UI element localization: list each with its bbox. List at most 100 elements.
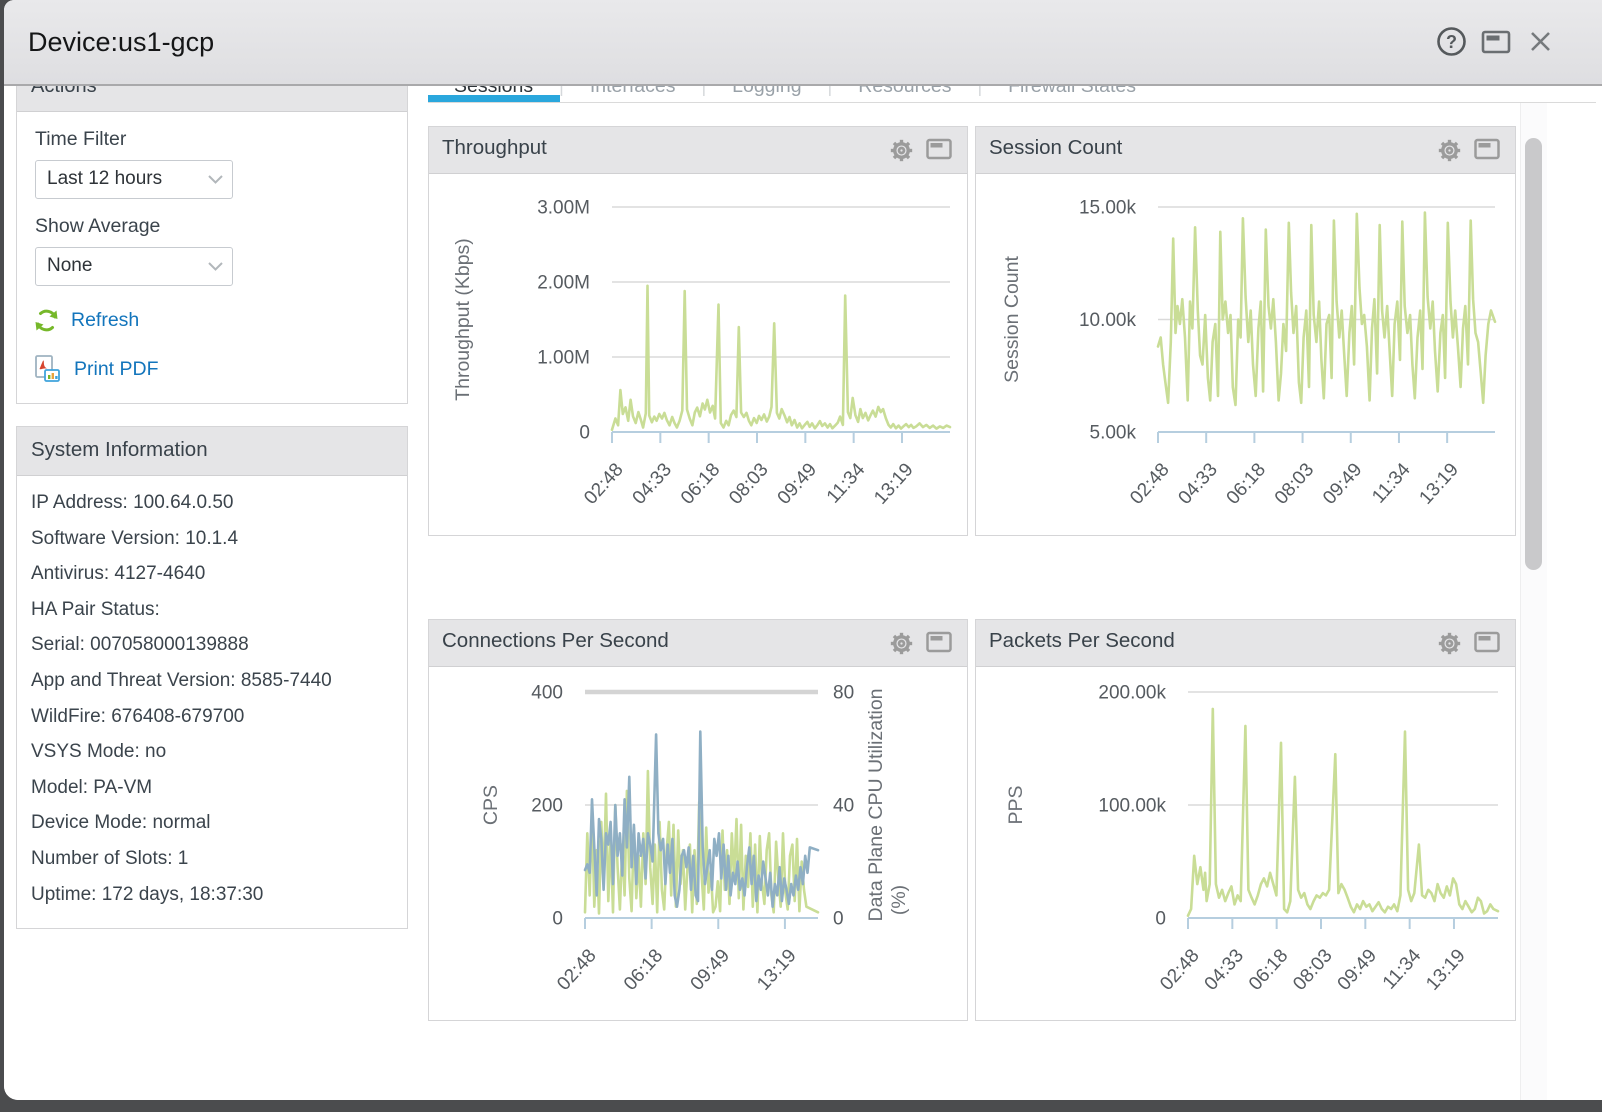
time-filter-value: Last 12 hours	[47, 161, 162, 196]
window-icon[interactable]	[925, 137, 953, 162]
svg-text:04:33: 04:33	[629, 459, 676, 508]
system-info-row: Antivirus: 4127-4640	[31, 556, 393, 592]
dialog-titlebar: Device:us1-gcp ?	[4, 0, 1602, 86]
actions-header-label: Actions	[31, 86, 97, 98]
system-info-row: App and Threat Version: 8585-7440	[31, 663, 393, 699]
dialog-content: Sessions|Interfaces|Logging|Resources|Fi…	[4, 86, 1602, 1100]
titlebar-icons: ?	[1436, 26, 1556, 57]
session-panel-title: Session Count	[989, 136, 1122, 160]
svg-text:Data Plane CPU Utilization: Data Plane CPU Utilization	[865, 688, 887, 921]
device-monitor-dialog: Device:us1-gcp ? Sessions|Interfaces|Log…	[4, 0, 1602, 1100]
svg-text:08:03: 08:03	[1289, 945, 1336, 994]
system-info-row: Serial: 007058000139888	[31, 627, 393, 663]
gear-icon[interactable]	[1436, 630, 1463, 657]
svg-text:04:33: 04:33	[1201, 945, 1248, 994]
svg-text:02:48: 02:48	[1126, 459, 1173, 508]
svg-text:04:33: 04:33	[1174, 459, 1221, 508]
actions-panel-body: Time Filter Last 12 hours Show Average N…	[17, 128, 407, 384]
window-icon[interactable]	[1480, 27, 1512, 57]
svg-text:100.00k: 100.00k	[1098, 796, 1166, 817]
svg-text:?: ?	[1446, 32, 1457, 52]
cps-chart: 02:4806:1809:4913:19020040004080CPSData …	[429, 666, 967, 1020]
gear-icon[interactable]	[888, 137, 915, 164]
system-info-row: VSYS Mode: no	[31, 734, 393, 770]
svg-text:02:48: 02:48	[580, 459, 627, 508]
chevron-down-icon	[208, 262, 223, 271]
help-icon[interactable]: ?	[1436, 26, 1467, 57]
vertical-scrollbar-thumb[interactable]	[1525, 138, 1542, 570]
svg-text:06:18: 06:18	[1223, 459, 1270, 508]
svg-text:11:34: 11:34	[823, 459, 870, 508]
pps-panel-title: Packets Per Second	[989, 629, 1175, 653]
active-tab-underline	[428, 95, 560, 102]
print-pdf-link[interactable]: Print PDF	[74, 358, 159, 381]
svg-text:09:49: 09:49	[1319, 459, 1366, 508]
svg-text:200: 200	[531, 796, 563, 817]
svg-text:13:19: 13:19	[870, 459, 917, 508]
panel-throughput: Throughput 02:4804:3306:1808:0309:4911:3…	[428, 126, 968, 536]
dialog-title: Device:us1-gcp	[28, 0, 214, 84]
show-average-value: None	[47, 248, 92, 283]
svg-text:0: 0	[579, 423, 590, 444]
svg-text:09:49: 09:49	[1334, 945, 1381, 994]
svg-text:11:34: 11:34	[1368, 459, 1415, 508]
svg-text:08:03: 08:03	[1271, 459, 1318, 508]
svg-text:13:19: 13:19	[1422, 945, 1469, 994]
svg-text:Throughput (Kbps): Throughput (Kbps)	[452, 238, 474, 401]
panel-session: Session Count 02:4804:3306:1808:0309:491…	[975, 126, 1516, 536]
tab-logging[interactable]: Logging	[706, 86, 827, 103]
system-info-row: WildFire: 676408-679700	[31, 699, 393, 735]
pdf-icon	[33, 354, 63, 384]
show-average-select[interactable]: None	[35, 247, 233, 286]
cps-panel-header: Connections Per Second	[429, 620, 967, 667]
tab-separator-line	[428, 102, 1596, 103]
vertical-scrollbar-track[interactable]	[1520, 103, 1547, 1100]
system-information-panel: System Information IP Address: 100.64.0.…	[16, 426, 408, 929]
svg-text:09:49: 09:49	[774, 459, 821, 508]
pps-chart: 02:4804:3306:1808:0309:4911:3413:190100.…	[976, 666, 1515, 1020]
tab-interfaces[interactable]: Interfaces	[564, 86, 702, 103]
time-filter-label: Time Filter	[35, 128, 407, 151]
refresh-icon	[33, 307, 60, 334]
svg-text:0: 0	[552, 909, 563, 930]
gear-icon[interactable]	[888, 630, 915, 657]
window-icon[interactable]	[1473, 630, 1501, 655]
svg-text:1.00M: 1.00M	[537, 348, 590, 369]
svg-text:40: 40	[833, 796, 854, 817]
close-icon[interactable]	[1525, 26, 1556, 57]
tab-firewall-states[interactable]: Firewall States	[982, 86, 1162, 103]
throughput-panel-icons	[888, 137, 953, 164]
window-icon[interactable]	[1473, 137, 1501, 162]
svg-text:3.00M: 3.00M	[537, 198, 590, 219]
svg-text:15.00k: 15.00k	[1079, 198, 1137, 219]
pps-panel-header: Packets Per Second	[976, 620, 1515, 667]
session-panel-header: Session Count	[976, 127, 1515, 174]
time-filter-select[interactable]: Last 12 hours	[35, 160, 233, 199]
refresh-link[interactable]: Refresh	[71, 309, 139, 332]
tab-resources[interactable]: Resources	[832, 86, 977, 103]
cps-panel-title: Connections Per Second	[442, 629, 669, 653]
system-info-row: Uptime: 172 days, 18:37:30	[31, 877, 393, 913]
svg-text:CPS: CPS	[480, 785, 502, 825]
svg-text:PPS: PPS	[1005, 785, 1027, 824]
actions-panel-header: Actions	[17, 86, 407, 112]
svg-text:06:18: 06:18	[620, 945, 667, 994]
pps-panel-icons	[1436, 630, 1501, 657]
panel-pps: Packets Per Second 02:4804:3306:1808:030…	[975, 619, 1516, 1021]
throughput-panel-header: Throughput	[429, 127, 967, 174]
gear-icon[interactable]	[1436, 137, 1463, 164]
svg-text:200.00k: 200.00k	[1098, 683, 1166, 704]
svg-text:400: 400	[531, 683, 563, 704]
svg-text:02:48: 02:48	[553, 945, 600, 994]
show-average-label: Show Average	[35, 215, 407, 238]
svg-text:06:18: 06:18	[1245, 945, 1292, 994]
chevron-down-icon	[208, 175, 223, 184]
svg-text:0: 0	[833, 909, 844, 930]
throughput-panel-title: Throughput	[442, 136, 547, 160]
svg-text:06:18: 06:18	[677, 459, 724, 508]
window-icon[interactable]	[925, 630, 953, 655]
svg-text:13:19: 13:19	[753, 945, 800, 994]
svg-text:10.00k: 10.00k	[1079, 310, 1137, 331]
svg-text:11:34: 11:34	[1379, 945, 1426, 994]
svg-text:80: 80	[833, 683, 854, 704]
